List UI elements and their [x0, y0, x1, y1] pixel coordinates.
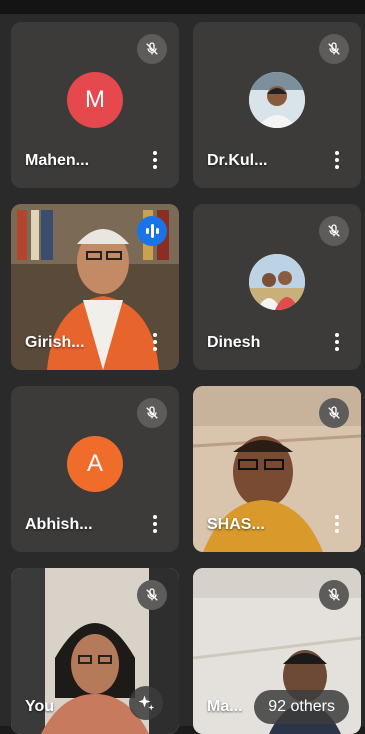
more-options-icon[interactable]	[145, 146, 165, 174]
status-bar	[0, 0, 365, 14]
others-chip[interactable]: 92 others	[254, 690, 349, 724]
participant-name: You	[25, 698, 55, 715]
speaking-indicator-icon	[137, 216, 167, 246]
mic-off-icon	[319, 216, 349, 246]
participant-tile-dinesh[interactable]: Dinesh	[193, 204, 361, 370]
more-options-icon[interactable]	[145, 328, 165, 356]
mic-off-icon	[137, 398, 167, 428]
participant-tile-drkul[interactable]: Dr.Kul...	[193, 22, 361, 188]
participant-name: Ma...	[207, 698, 243, 715]
participant-tile-abhish[interactable]: A Abhish...	[11, 386, 179, 552]
more-options-icon[interactable]	[145, 510, 165, 538]
participant-tile-ma[interactable]: Ma... 92 others	[193, 568, 361, 734]
participant-tile-girish[interactable]: Girish...	[11, 204, 179, 370]
participant-tile-you[interactable]: You	[11, 568, 179, 734]
sparkle-effects-icon[interactable]	[129, 686, 163, 720]
avatar	[249, 72, 305, 128]
participant-grid: M Mahen... Dr.Kul... Girish... Dinesh A …	[0, 14, 365, 734]
more-options-icon[interactable]	[327, 146, 347, 174]
participant-name: Dinesh	[207, 334, 261, 351]
mic-off-icon	[319, 398, 349, 428]
mic-off-icon	[137, 580, 167, 610]
avatar: M	[67, 72, 123, 128]
participant-tile-shas[interactable]: SHAS...	[193, 386, 361, 552]
avatar: A	[67, 436, 123, 492]
mic-off-icon	[319, 34, 349, 64]
more-options-icon[interactable]	[327, 328, 347, 356]
more-options-icon[interactable]	[327, 510, 347, 538]
participant-name: Mahen...	[25, 152, 90, 169]
participant-name: SHAS...	[207, 516, 265, 533]
participant-name: Dr.Kul...	[207, 152, 268, 169]
participant-name: Abhish...	[25, 516, 93, 533]
avatar	[249, 254, 305, 310]
mic-off-icon	[137, 34, 167, 64]
participant-name: Girish...	[25, 334, 85, 351]
mic-off-icon	[319, 580, 349, 610]
participant-tile-mahen[interactable]: M Mahen...	[11, 22, 179, 188]
